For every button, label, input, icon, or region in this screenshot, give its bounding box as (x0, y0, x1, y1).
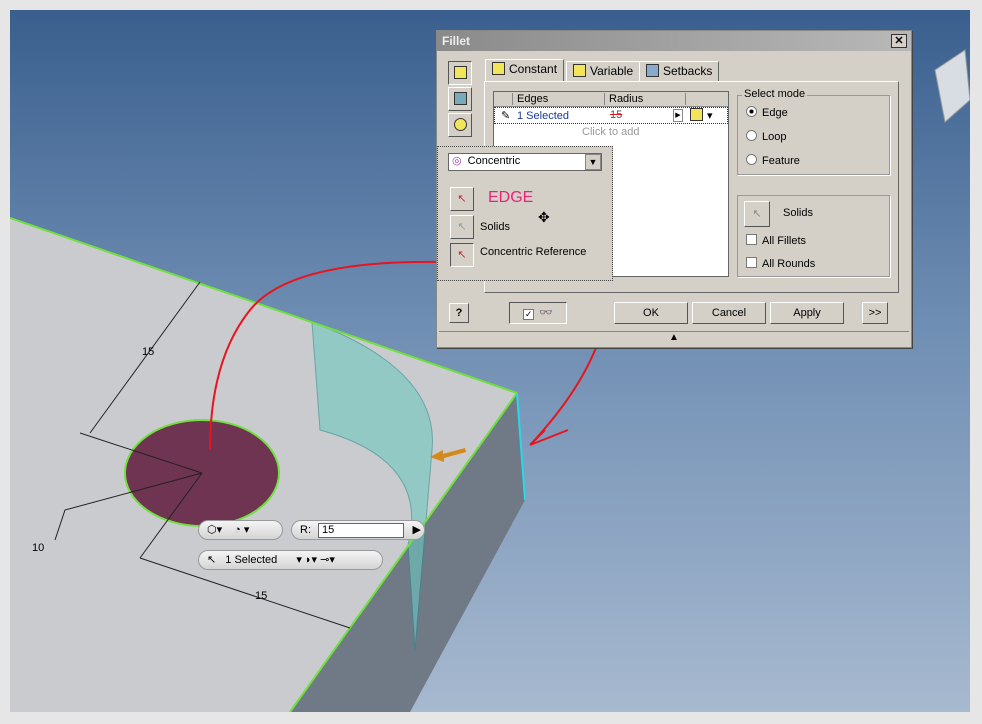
solids-label: Solids (480, 221, 510, 233)
viewcube[interactable] (934, 49, 970, 123)
all-fillets-checkbox[interactable]: All Fillets (746, 234, 806, 247)
selection-toolbar[interactable]: ↖ 1 Selected ▾ ◗▾ ⊸▾ (198, 550, 383, 570)
radius-cell[interactable]: 15 (610, 109, 622, 121)
solid-icon: ⬡▾ (207, 524, 223, 536)
solids-select-button[interactable]: ↖ (744, 201, 770, 227)
concentric-dropdown[interactable]: ◎ Concentric ▼ (448, 153, 602, 171)
chevron-down-icon[interactable]: ▼ (585, 154, 601, 170)
radio-loop[interactable]: Loop (746, 130, 786, 143)
fillet-icon (453, 66, 467, 79)
close-button[interactable]: ✕ (891, 34, 907, 48)
full-round-button[interactable] (448, 113, 472, 137)
select-mode-label: Select mode (742, 88, 808, 100)
concentric-reference-label: Concentric Reference (480, 246, 587, 258)
click-to-add[interactable]: Click to add (494, 124, 728, 138)
select-mode-group: Select mode Edge Loop Feature (737, 88, 890, 175)
variable-icon (573, 64, 586, 77)
expand-arrow-icon[interactable]: ▶ (673, 109, 683, 122)
concentric-reference-button[interactable]: ↖ (450, 243, 474, 267)
selected-count[interactable]: 1 Selected (219, 554, 277, 566)
mini-toolbar-mode[interactable]: ⬡▾ ◔ ▾ (198, 520, 283, 540)
column-header-radius[interactable]: Radius (604, 93, 686, 105)
cursor-icon: ↖ (207, 554, 217, 566)
radius-label: R: (300, 524, 311, 536)
face-fillet-icon (453, 92, 467, 105)
column-header-edges[interactable]: Edges (512, 93, 604, 105)
radio-edge[interactable]: Edge (746, 106, 788, 119)
help-button[interactable]: ? (449, 303, 469, 323)
fillet-type-icon[interactable]: ▾ (690, 108, 713, 122)
pencil-icon: ✎ (501, 110, 511, 122)
move-icon[interactable]: ✥ (538, 209, 550, 226)
solids-group: ↖ Solids All Fillets All Rounds (737, 195, 890, 277)
apply-button[interactable]: Apply (770, 302, 844, 324)
add-fillet-icon: ◔ ▾ (234, 524, 250, 536)
dimension-value[interactable]: 10 (32, 542, 44, 554)
solids-select-button[interactable]: ↖ (450, 215, 474, 239)
cancel-button[interactable]: Cancel (692, 302, 766, 324)
edge-select-button[interactable]: ↖ (450, 187, 474, 211)
solids-label: Solids (783, 207, 813, 219)
tab-constant[interactable]: Constant (485, 59, 565, 81)
more-button[interactable]: >> (862, 302, 888, 324)
all-rounds-checkbox[interactable]: All Rounds (746, 257, 815, 270)
edge-fillet-button[interactable] (448, 61, 472, 85)
preview-toggle[interactable]: ✓ 👓 (509, 302, 567, 324)
dimension-value[interactable]: 15 (142, 346, 154, 358)
concentric-icon: ◎ (452, 155, 462, 167)
collapse-arrow-icon[interactable]: ▲ (439, 331, 909, 343)
tab-variable[interactable]: Variable (566, 61, 641, 81)
radius-control[interactable]: R: 15 ▶ (291, 520, 425, 540)
options-icon[interactable]: ▾ ◗▾ ⊸▾ (280, 554, 335, 566)
edges-cell[interactable]: 1 Selected (517, 110, 569, 122)
constant-icon (492, 62, 505, 75)
concentric-panel: ◎ Concentric ▼ ↖ EDGE ✥ ↖ Solids ↖ Conce… (437, 146, 613, 281)
ok-button[interactable]: OK (614, 302, 688, 324)
dialog-title: Fillet (437, 31, 911, 51)
apply-arrow-icon[interactable]: ▶ (413, 521, 421, 539)
radio-feature[interactable]: Feature (746, 154, 800, 167)
table-row[interactable]: ✎ 1 Selected 15 ▶ ▾ (494, 107, 728, 124)
face-fillet-button[interactable] (448, 87, 472, 111)
glasses-icon: 👓 (539, 307, 553, 319)
setbacks-icon (646, 64, 659, 77)
radius-input[interactable]: 15 (318, 523, 404, 538)
edge-annotation-label: EDGE (488, 189, 534, 206)
full-round-icon (453, 118, 467, 131)
dimension-value[interactable]: 15 (255, 590, 267, 602)
tab-setbacks[interactable]: Setbacks (639, 61, 720, 81)
